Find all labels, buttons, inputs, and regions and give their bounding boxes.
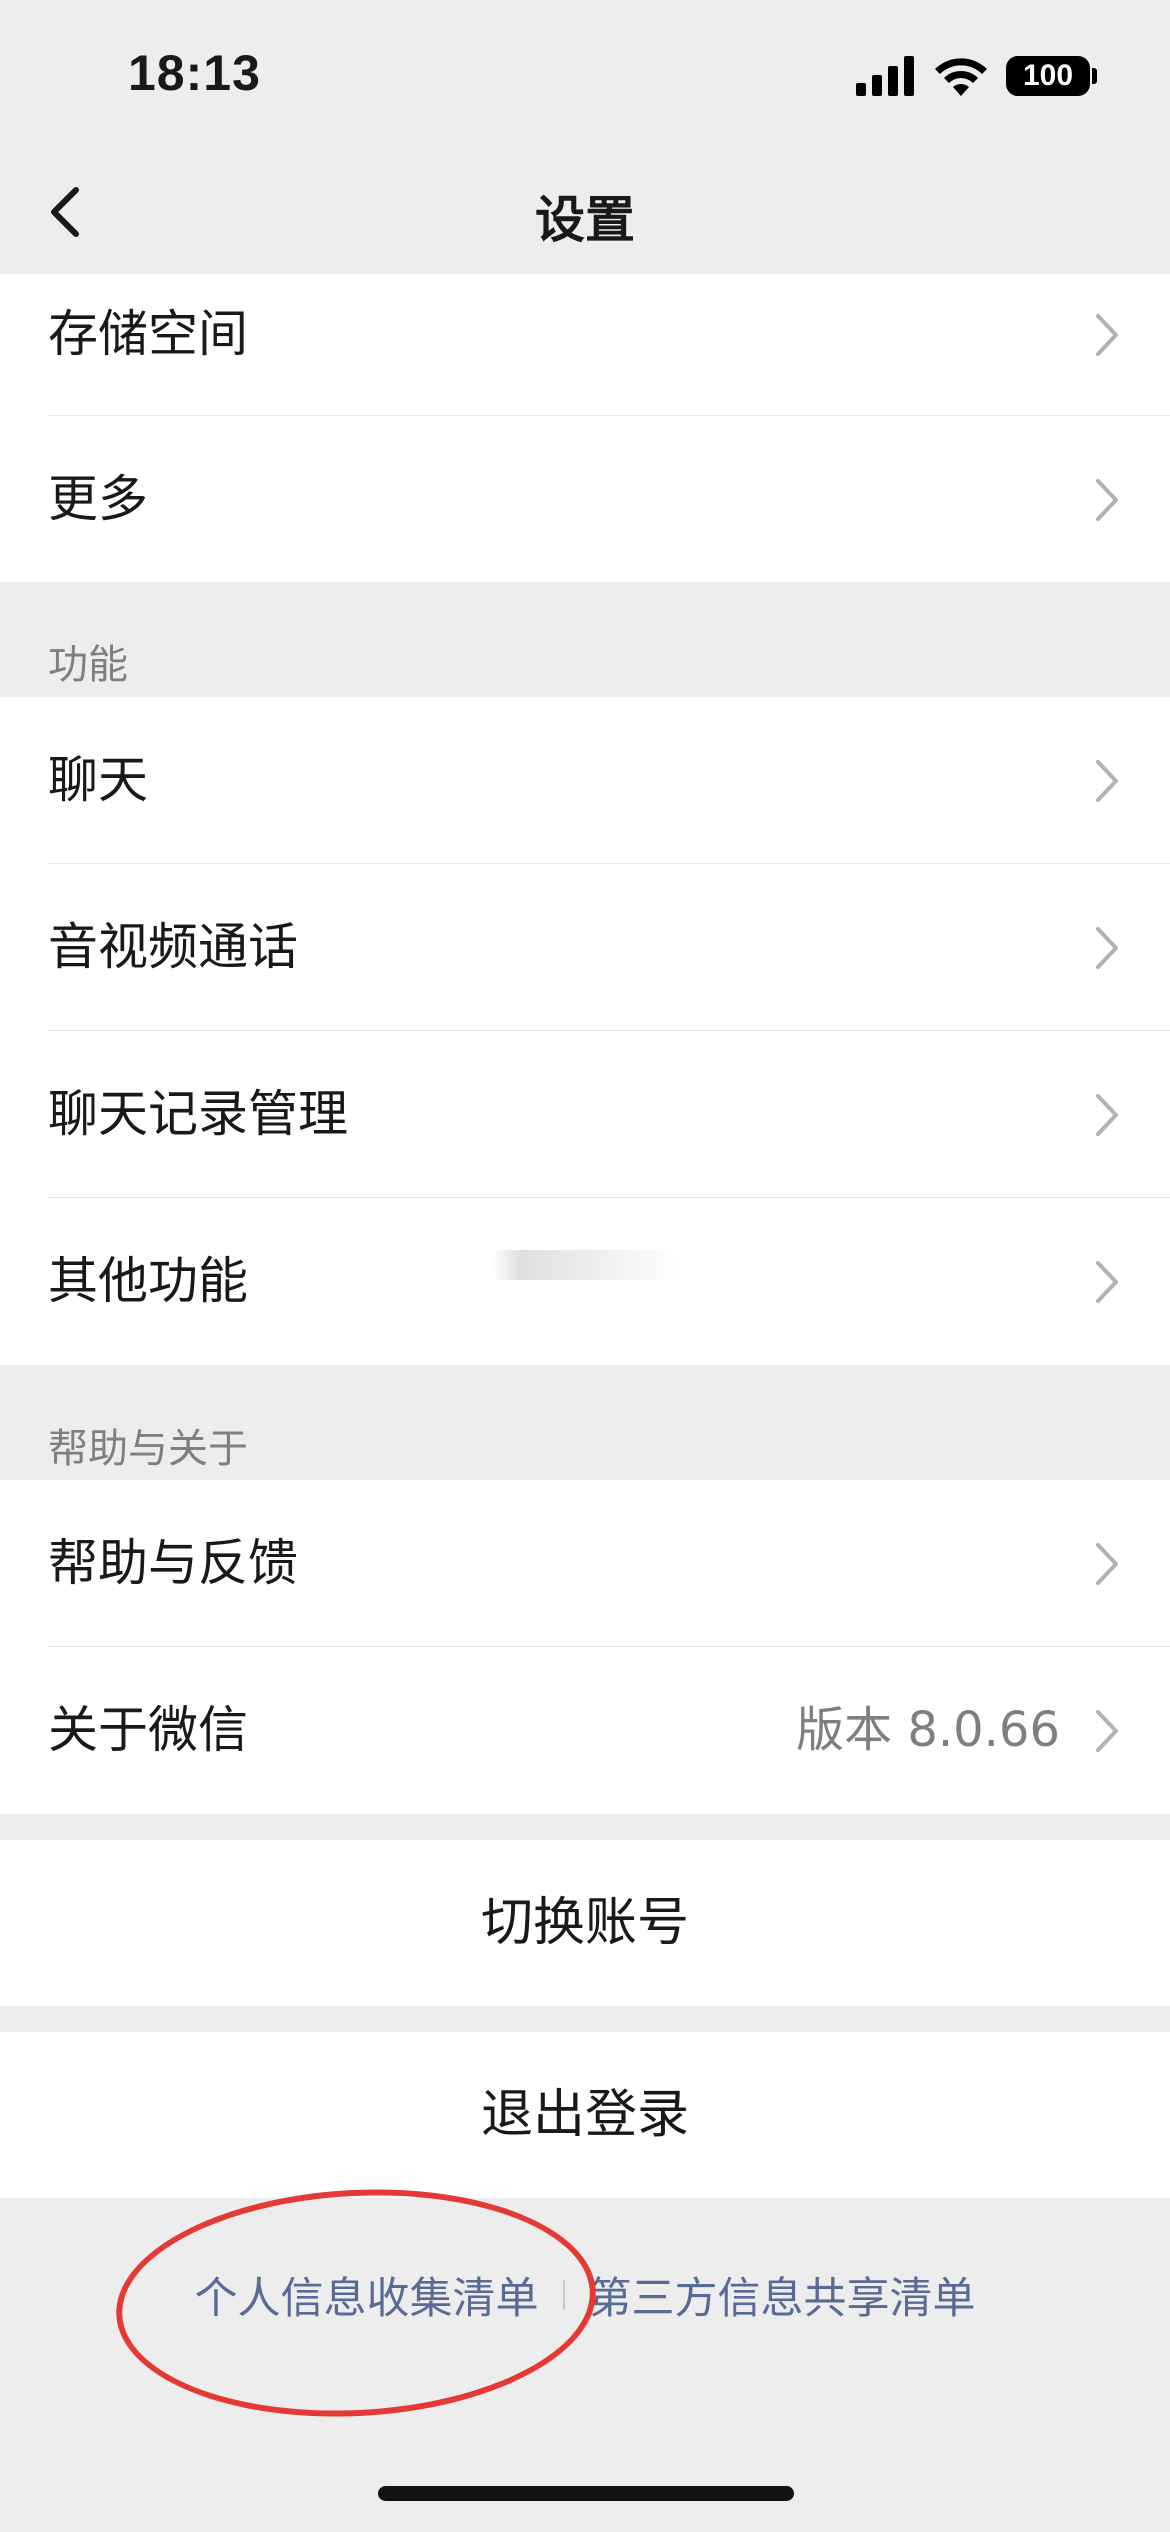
chevron-right-icon bbox=[1096, 927, 1118, 969]
row-label: 聊天记录管理 bbox=[48, 1085, 348, 1143]
red-annotation-circle bbox=[110, 2177, 602, 2429]
battery-level: 100 bbox=[1022, 59, 1074, 92]
row-label: 存储空间 bbox=[48, 305, 248, 363]
nav-bar: 设置 bbox=[0, 150, 1170, 274]
home-indicator[interactable] bbox=[378, 2486, 794, 2501]
logout-button[interactable]: 退出登录 bbox=[0, 2032, 1170, 2198]
page-title: 设置 bbox=[535, 191, 635, 249]
battery-icon: 100 bbox=[1006, 56, 1090, 96]
chevron-right-icon bbox=[1096, 1261, 1118, 1303]
chevron-right-icon bbox=[1096, 760, 1118, 802]
settings-row-storage[interactable]: 存储空间 bbox=[0, 274, 1170, 416]
third-party-list-link[interactable]: 第三方信息共享清单 bbox=[589, 2264, 976, 2326]
settings-row-chat[interactable]: 聊天 bbox=[0, 697, 1170, 864]
section-header-features: 功能 bbox=[48, 642, 128, 688]
settings-group-help: 帮助与反馈 关于微信 版本 8.0.66 bbox=[0, 1480, 1170, 1814]
row-label: 帮助与反馈 bbox=[48, 1534, 298, 1592]
settings-row-av-calls[interactable]: 音视频通话 bbox=[0, 864, 1170, 1031]
battery-tip bbox=[1092, 68, 1097, 84]
cellular-signal-icon bbox=[856, 56, 914, 96]
switch-account-button[interactable]: 切换账号 bbox=[0, 1840, 1170, 2006]
settings-group-storage: 存储空间 更多 bbox=[0, 274, 1170, 582]
settings-row-help-feedback[interactable]: 帮助与反馈 bbox=[0, 1480, 1170, 1647]
settings-row-other-features[interactable]: 其他功能 bbox=[0, 1198, 1170, 1365]
wifi-icon bbox=[935, 58, 987, 96]
chevron-right-icon bbox=[1096, 1543, 1118, 1585]
row-label: 聊天 bbox=[48, 751, 148, 809]
settings-row-more[interactable]: 更多 bbox=[0, 416, 1170, 582]
chevron-right-icon bbox=[1096, 314, 1118, 356]
blurred-artifact bbox=[492, 1250, 682, 1280]
row-label: 其他功能 bbox=[48, 1252, 248, 1310]
version-value: 版本 8.0.66 bbox=[796, 1702, 1060, 1758]
section-header-help: 帮助与关于 bbox=[48, 1426, 248, 1472]
status-time: 18:13 bbox=[128, 45, 261, 101]
chevron-right-icon bbox=[1096, 1094, 1118, 1136]
settings-row-about[interactable]: 关于微信 版本 8.0.66 bbox=[0, 1647, 1170, 1814]
settings-row-chat-history[interactable]: 聊天记录管理 bbox=[0, 1031, 1170, 1198]
status-bar: 18:13 100 bbox=[0, 0, 1170, 150]
row-label: 音视频通话 bbox=[48, 918, 298, 976]
chevron-right-icon bbox=[1096, 1710, 1118, 1752]
row-label: 关于微信 bbox=[48, 1701, 248, 1759]
chevron-right-icon bbox=[1096, 479, 1118, 521]
row-label: 更多 bbox=[48, 470, 148, 528]
